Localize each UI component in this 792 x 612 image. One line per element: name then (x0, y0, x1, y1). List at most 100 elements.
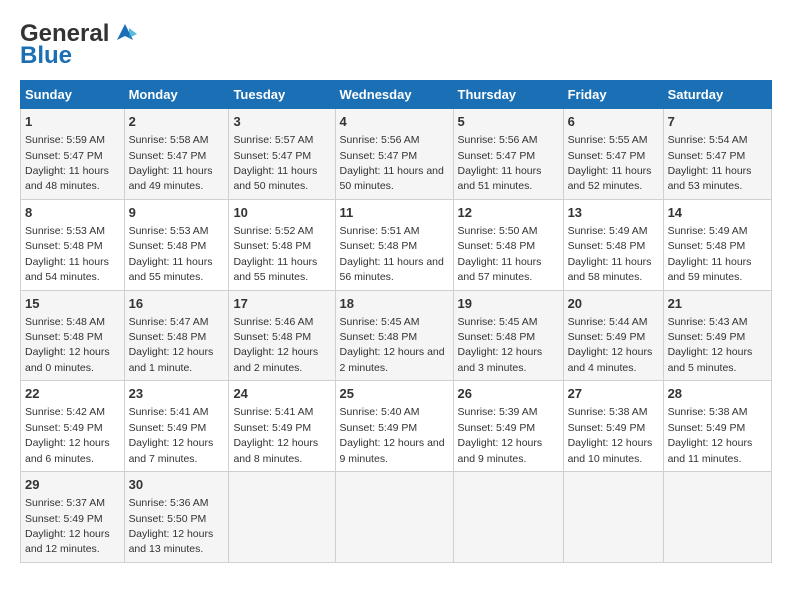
day-number: 1 (25, 113, 120, 131)
daylight-text: Daylight: 11 hours and 50 minutes. (340, 165, 444, 192)
daylight-text: Daylight: 12 hours and 9 minutes. (458, 437, 543, 464)
week-row-3: 15 Sunrise: 5:48 AM Sunset: 5:48 PM Dayl… (21, 290, 772, 381)
daylight-text: Daylight: 12 hours and 8 minutes. (233, 437, 318, 464)
daylight-text: Daylight: 12 hours and 5 minutes. (668, 346, 753, 373)
day-number: 29 (25, 476, 120, 494)
daylight-text: Daylight: 12 hours and 1 minute. (129, 346, 214, 373)
sunrise-text: Sunrise: 5:53 AM (25, 225, 105, 237)
col-header-tuesday: Tuesday (229, 81, 335, 109)
sunrise-text: Sunrise: 5:41 AM (129, 406, 209, 418)
sunset-text: Sunset: 5:49 PM (458, 422, 536, 434)
daylight-text: Daylight: 12 hours and 11 minutes. (668, 437, 753, 464)
day-cell: 28 Sunrise: 5:38 AM Sunset: 5:49 PM Dayl… (663, 381, 771, 472)
sunset-text: Sunset: 5:48 PM (25, 331, 103, 343)
col-header-wednesday: Wednesday (335, 81, 453, 109)
sunrise-text: Sunrise: 5:51 AM (340, 225, 420, 237)
sunset-text: Sunset: 5:48 PM (340, 331, 418, 343)
day-cell: 27 Sunrise: 5:38 AM Sunset: 5:49 PM Dayl… (563, 381, 663, 472)
sunset-text: Sunset: 5:48 PM (233, 240, 311, 252)
sunrise-text: Sunrise: 5:55 AM (568, 134, 648, 146)
daylight-text: Daylight: 12 hours and 3 minutes. (458, 346, 543, 373)
daylight-text: Daylight: 12 hours and 0 minutes. (25, 346, 110, 373)
sunset-text: Sunset: 5:48 PM (129, 331, 207, 343)
day-number: 3 (233, 113, 330, 131)
logo-bird-icon (111, 20, 139, 48)
calendar-header-row: SundayMondayTuesdayWednesdayThursdayFrid… (21, 81, 772, 109)
day-number: 8 (25, 204, 120, 222)
day-cell: 13 Sunrise: 5:49 AM Sunset: 5:48 PM Dayl… (563, 199, 663, 290)
sunset-text: Sunset: 5:49 PM (568, 331, 646, 343)
sunrise-text: Sunrise: 5:38 AM (568, 406, 648, 418)
daylight-text: Daylight: 12 hours and 12 minutes. (25, 528, 110, 555)
day-number: 4 (340, 113, 449, 131)
sunrise-text: Sunrise: 5:59 AM (25, 134, 105, 146)
sunrise-text: Sunrise: 5:36 AM (129, 497, 209, 509)
day-number: 27 (568, 385, 659, 403)
day-cell: 22 Sunrise: 5:42 AM Sunset: 5:49 PM Dayl… (21, 381, 125, 472)
day-cell: 7 Sunrise: 5:54 AM Sunset: 5:47 PM Dayli… (663, 109, 771, 200)
sunset-text: Sunset: 5:47 PM (568, 150, 646, 162)
day-cell: 6 Sunrise: 5:55 AM Sunset: 5:47 PM Dayli… (563, 109, 663, 200)
sunset-text: Sunset: 5:47 PM (668, 150, 746, 162)
col-header-thursday: Thursday (453, 81, 563, 109)
day-cell (663, 472, 771, 563)
day-number: 12 (458, 204, 559, 222)
day-number: 22 (25, 385, 120, 403)
sunrise-text: Sunrise: 5:56 AM (340, 134, 420, 146)
day-cell: 30 Sunrise: 5:36 AM Sunset: 5:50 PM Dayl… (124, 472, 229, 563)
sunset-text: Sunset: 5:48 PM (25, 240, 103, 252)
day-cell: 4 Sunrise: 5:56 AM Sunset: 5:47 PM Dayli… (335, 109, 453, 200)
sunrise-text: Sunrise: 5:40 AM (340, 406, 420, 418)
col-header-sunday: Sunday (21, 81, 125, 109)
day-cell (229, 472, 335, 563)
day-number: 2 (129, 113, 225, 131)
day-cell (335, 472, 453, 563)
sunset-text: Sunset: 5:49 PM (25, 513, 103, 525)
sunset-text: Sunset: 5:47 PM (25, 150, 103, 162)
daylight-text: Daylight: 12 hours and 2 minutes. (233, 346, 318, 373)
sunrise-text: Sunrise: 5:54 AM (668, 134, 748, 146)
sunset-text: Sunset: 5:49 PM (568, 422, 646, 434)
day-cell (453, 472, 563, 563)
sunset-text: Sunset: 5:48 PM (568, 240, 646, 252)
day-cell: 19 Sunrise: 5:45 AM Sunset: 5:48 PM Dayl… (453, 290, 563, 381)
daylight-text: Daylight: 11 hours and 49 minutes. (129, 165, 213, 192)
sunset-text: Sunset: 5:49 PM (668, 422, 746, 434)
daylight-text: Daylight: 11 hours and 59 minutes. (668, 256, 752, 283)
sunrise-text: Sunrise: 5:58 AM (129, 134, 209, 146)
day-number: 6 (568, 113, 659, 131)
day-cell: 18 Sunrise: 5:45 AM Sunset: 5:48 PM Dayl… (335, 290, 453, 381)
daylight-text: Daylight: 11 hours and 53 minutes. (668, 165, 752, 192)
sunrise-text: Sunrise: 5:45 AM (458, 316, 538, 328)
sunrise-text: Sunrise: 5:43 AM (668, 316, 748, 328)
sunrise-text: Sunrise: 5:50 AM (458, 225, 538, 237)
day-cell: 15 Sunrise: 5:48 AM Sunset: 5:48 PM Dayl… (21, 290, 125, 381)
daylight-text: Daylight: 11 hours and 55 minutes. (233, 256, 317, 283)
day-number: 10 (233, 204, 330, 222)
sunrise-text: Sunrise: 5:39 AM (458, 406, 538, 418)
day-cell: 21 Sunrise: 5:43 AM Sunset: 5:49 PM Dayl… (663, 290, 771, 381)
day-cell: 1 Sunrise: 5:59 AM Sunset: 5:47 PM Dayli… (21, 109, 125, 200)
daylight-text: Daylight: 11 hours and 58 minutes. (568, 256, 652, 283)
daylight-text: Daylight: 11 hours and 56 minutes. (340, 256, 444, 283)
sunset-text: Sunset: 5:50 PM (129, 513, 207, 525)
sunset-text: Sunset: 5:48 PM (233, 331, 311, 343)
day-cell (563, 472, 663, 563)
day-number: 16 (129, 295, 225, 313)
daylight-text: Daylight: 12 hours and 2 minutes. (340, 346, 445, 373)
sunrise-text: Sunrise: 5:42 AM (25, 406, 105, 418)
sunrise-text: Sunrise: 5:49 AM (668, 225, 748, 237)
day-cell: 16 Sunrise: 5:47 AM Sunset: 5:48 PM Dayl… (124, 290, 229, 381)
calendar-table: SundayMondayTuesdayWednesdayThursdayFrid… (20, 80, 772, 563)
sunset-text: Sunset: 5:49 PM (340, 422, 418, 434)
day-number: 14 (668, 204, 767, 222)
day-number: 11 (340, 204, 449, 222)
week-row-5: 29 Sunrise: 5:37 AM Sunset: 5:49 PM Dayl… (21, 472, 772, 563)
day-number: 15 (25, 295, 120, 313)
day-cell: 14 Sunrise: 5:49 AM Sunset: 5:48 PM Dayl… (663, 199, 771, 290)
week-row-1: 1 Sunrise: 5:59 AM Sunset: 5:47 PM Dayli… (21, 109, 772, 200)
daylight-text: Daylight: 12 hours and 10 minutes. (568, 437, 653, 464)
sunset-text: Sunset: 5:49 PM (25, 422, 103, 434)
week-row-2: 8 Sunrise: 5:53 AM Sunset: 5:48 PM Dayli… (21, 199, 772, 290)
sunrise-text: Sunrise: 5:46 AM (233, 316, 313, 328)
